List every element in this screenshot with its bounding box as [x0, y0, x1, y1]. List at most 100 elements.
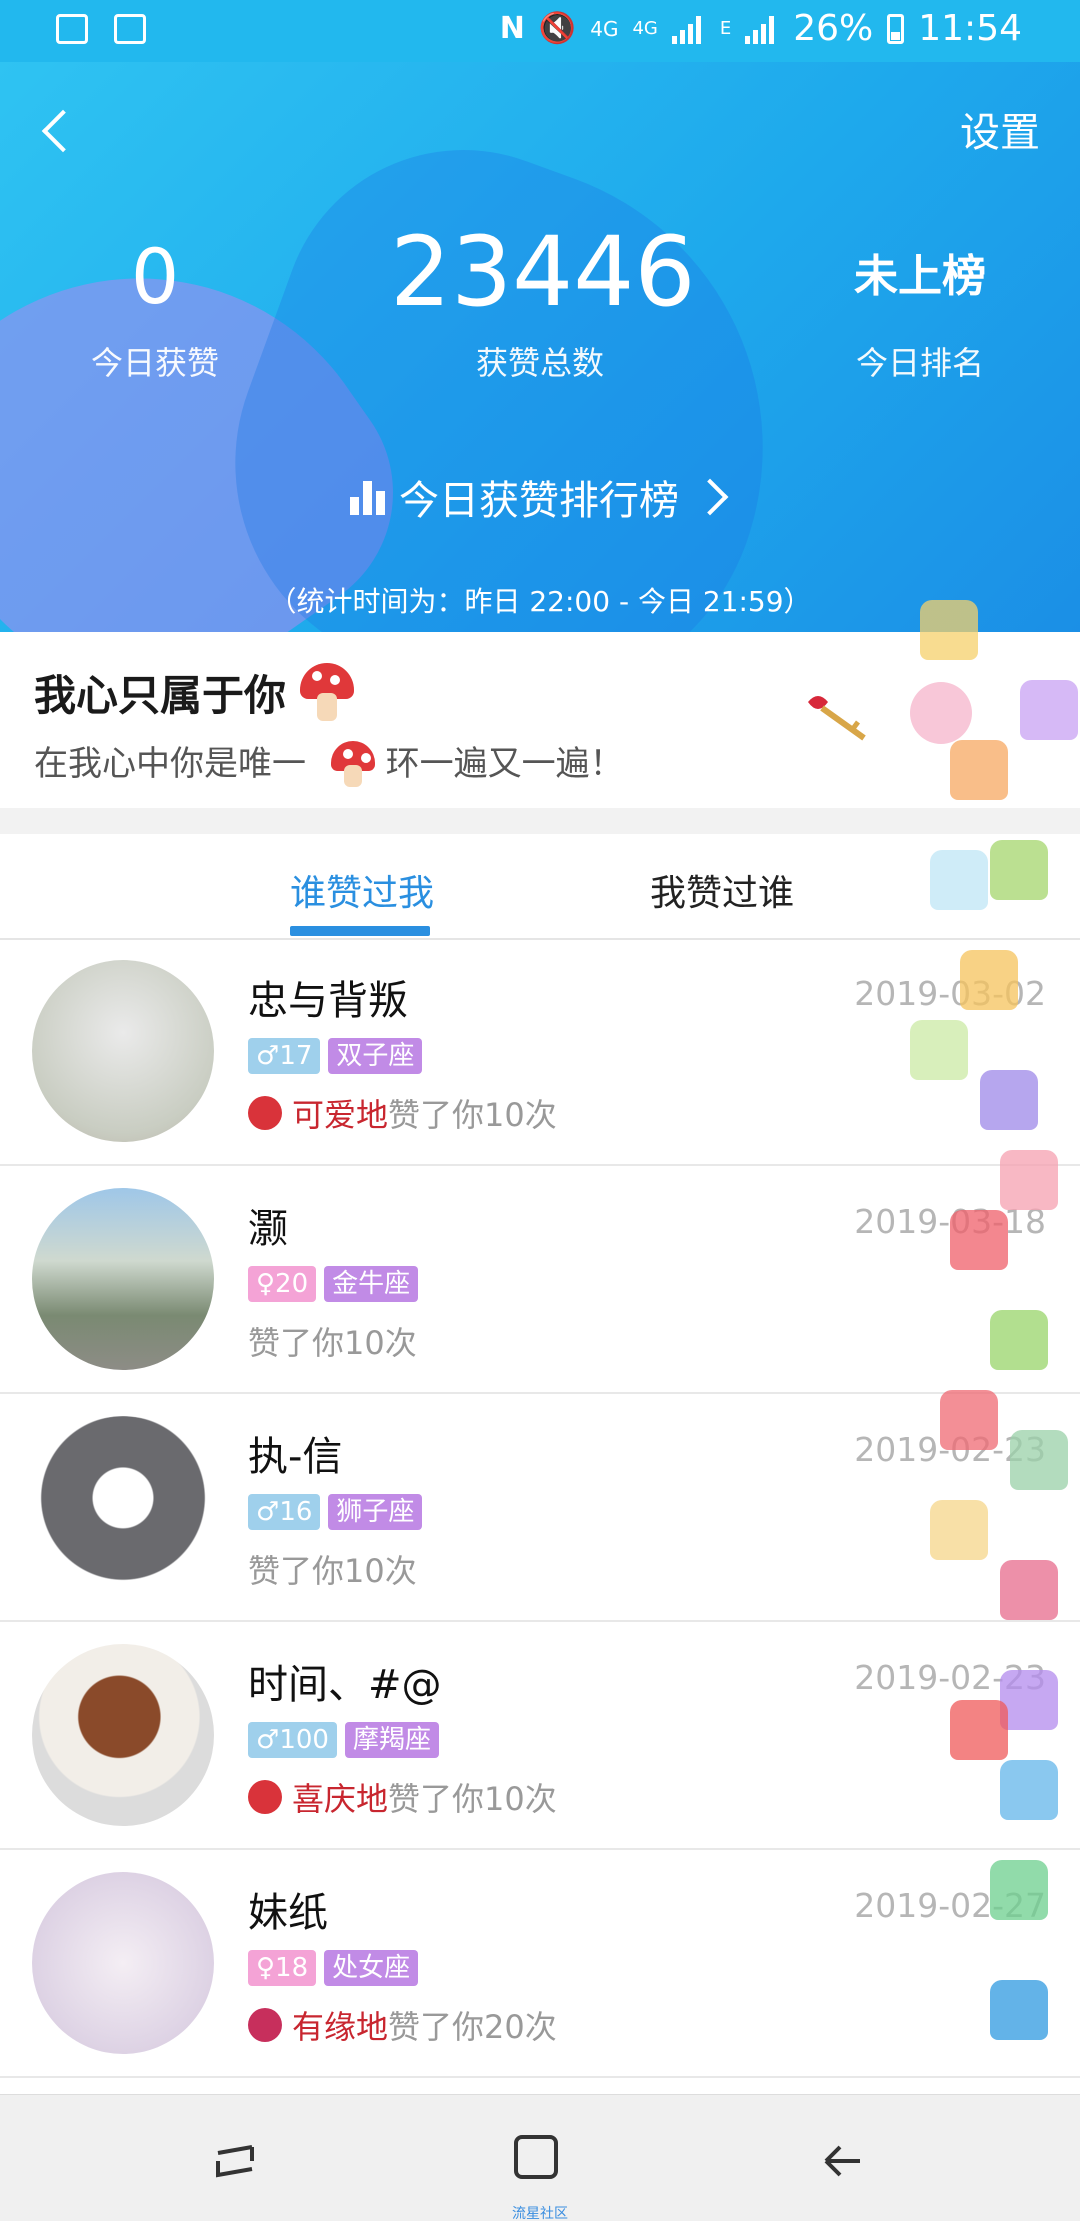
thumbs-up-icon — [1000, 1670, 1058, 1730]
user-name: 忠与背叛 — [248, 978, 408, 1024]
like-summary: 可爱地 赞了你10次 — [248, 1090, 557, 1136]
nav-caption: 流星社区 — [512, 2206, 568, 2222]
thumbs-up-icon — [990, 1310, 1048, 1370]
thumbs-up-icon — [1000, 1560, 1058, 1620]
thumbs-up-icon — [940, 1390, 998, 1450]
zodiac-badge: 处女座 — [324, 1950, 419, 1986]
bow-arrow-icon — [248, 2008, 282, 2042]
battery-percent: 26% — [793, 8, 874, 49]
thumbs-up-icon — [930, 1500, 988, 1560]
network-label-3: E — [719, 18, 732, 39]
gender-age-badge: ♂100 — [248, 1722, 337, 1758]
key-icon — [808, 696, 866, 741]
leaderboard-label: 今日获赞排行榜 — [399, 478, 679, 524]
zodiac-badge: 金牛座 — [324, 1266, 419, 1302]
thumbs-up-icon — [980, 1070, 1038, 1130]
signature-subtitle-tail: 环一遍又一遍！ — [385, 744, 624, 784]
thumbs-up-icon — [950, 740, 1008, 800]
system-nav-bar: 流星社区 — [0, 2094, 1080, 2222]
today-likes-label: 今日获赞 — [90, 344, 219, 382]
total-likes-value: 23446 — [390, 216, 696, 328]
today-likes-stat: 0 今日获赞 — [60, 232, 250, 384]
liker-list: 忠与背叛 2019-03-02 ♂17 双子座 可爱地 赞了你10次 灏 201… — [0, 938, 1080, 2078]
zodiac-badge: 摩羯座 — [344, 1722, 439, 1758]
status-bar: N 🔇 4G 4G E 26% 11:54 — [0, 0, 1080, 62]
like-summary: 赞了你10次 — [248, 1318, 417, 1364]
thumbs-up-icon — [960, 950, 1018, 1010]
settings-button[interactable]: 设置 — [960, 100, 1040, 158]
user-name: 灏 — [248, 1206, 288, 1252]
user-name: 执-信 — [248, 1434, 343, 1480]
zodiac-badge: 狮子座 — [328, 1494, 423, 1530]
like-count: 赞了你10次 — [388, 1780, 557, 1818]
back-nav-icon[interactable] — [820, 2141, 866, 2181]
list-item[interactable]: 灏 2019-03-18 ♀20 金牛座 赞了你10次 — [0, 1166, 1080, 1394]
thumbs-up-icon — [950, 1210, 1008, 1270]
like-count: 赞了你10次 — [248, 1552, 417, 1590]
avatar[interactable] — [32, 1416, 214, 1598]
thumbs-up-icon — [990, 1860, 1048, 1920]
today-likes-value: 0 — [130, 232, 180, 321]
avatar[interactable] — [32, 1188, 214, 1370]
thumbs-up-icon — [950, 1700, 1008, 1760]
thumbs-up-icon — [990, 840, 1048, 900]
status-left-icons — [56, 14, 146, 44]
user-name: 时间、#@ — [248, 1662, 442, 1708]
paw-icon — [910, 682, 972, 744]
tab-bar: 谁赞过我 我赞过谁 — [0, 834, 1080, 940]
user-tags: ♂16 狮子座 — [248, 1494, 423, 1530]
mute-icon: 🔇 — [538, 11, 577, 46]
total-likes-stat: 23446 获赞总数 — [390, 216, 696, 384]
like-count: 赞了你10次 — [248, 1324, 417, 1362]
like-adverb: 喜庆地 — [292, 1780, 389, 1818]
tab-who-i-liked[interactable]: 我赞过谁 — [650, 864, 794, 916]
user-tags: ♂100 摩羯座 — [248, 1722, 439, 1758]
status-right: N 🔇 4G 4G E 26% 11:54 — [500, 8, 1022, 49]
recent-apps-icon[interactable] — [212, 2139, 258, 2183]
mushroom-icon — [300, 662, 355, 723]
alarm-note-icon — [114, 14, 146, 44]
thumbs-up-icon — [1000, 1760, 1058, 1820]
total-likes-label: 获赞总数 — [475, 344, 604, 382]
signal-icon — [671, 14, 706, 44]
list-item[interactable]: 妹纸 2019-02-27 ♀18 处女座 有缘地 赞了你20次 — [0, 1850, 1080, 2078]
thumbs-up-icon — [1020, 680, 1078, 740]
leaderboard-link[interactable]: 今日获赞排行榜 — [350, 462, 729, 532]
user-name: 妹纸 — [248, 1890, 328, 1936]
back-button[interactable] — [38, 102, 78, 162]
zodiac-badge: 双子座 — [328, 1038, 423, 1074]
list-item[interactable]: 执-信 2019-02-23 ♂16 狮子座 赞了你10次 — [0, 1394, 1080, 1622]
user-tags: ♀20 金牛座 — [248, 1266, 419, 1302]
signature-title: 我心只属于你 — [34, 671, 287, 720]
active-tab-indicator — [290, 926, 430, 936]
mushroom-icon — [330, 740, 375, 791]
thumbs-up-icon — [1000, 1150, 1058, 1210]
thumbs-up-icon — [910, 1020, 968, 1080]
like-summary: 有缘地 赞了你20次 — [248, 2002, 557, 2048]
bar-chart-icon — [350, 479, 385, 515]
likes-header: 设置 0 今日获赞 23446 获赞总数 未上榜 今日排名 今日获赞排行榜 （统… — [0, 62, 1080, 632]
gender-age-badge: ♀20 — [248, 1266, 317, 1302]
like-count: 赞了你10次 — [388, 1096, 557, 1134]
tab-who-liked-me[interactable]: 谁赞过我 — [290, 864, 434, 916]
list-item[interactable]: 时间、#@ 2019-02-23 ♂100 摩羯座 喜庆地 赞了你10次 — [0, 1622, 1080, 1850]
chevron-right-icon — [691, 478, 729, 516]
today-rank-label: 今日排名 — [855, 344, 984, 382]
network-label-2: 4G — [632, 18, 658, 39]
like-summary: 赞了你10次 — [248, 1546, 417, 1592]
like-count: 赞了你20次 — [388, 2008, 557, 2046]
signal-icon-2 — [745, 14, 779, 44]
network-label-1: 4G — [590, 16, 619, 41]
signature-title-row: 我心只属于你 — [34, 662, 355, 723]
gallery-icon — [56, 14, 88, 44]
avatar[interactable] — [32, 1644, 214, 1826]
thumbs-up-icon — [1010, 1430, 1068, 1490]
user-tags: ♂17 双子座 — [248, 1038, 423, 1074]
signature-card[interactable]: 我心只属于你 在我心中你是唯一 环一遍又一遍！ — [0, 632, 1080, 808]
avatar[interactable] — [32, 960, 214, 1142]
thumbs-up-icon — [990, 1980, 1048, 2040]
avatar[interactable] — [32, 1872, 214, 2054]
today-rank-stat: 未上榜 今日排名 — [820, 232, 1020, 384]
home-button[interactable] — [514, 2135, 558, 2179]
like-summary: 喜庆地 赞了你10次 — [248, 1774, 557, 1820]
